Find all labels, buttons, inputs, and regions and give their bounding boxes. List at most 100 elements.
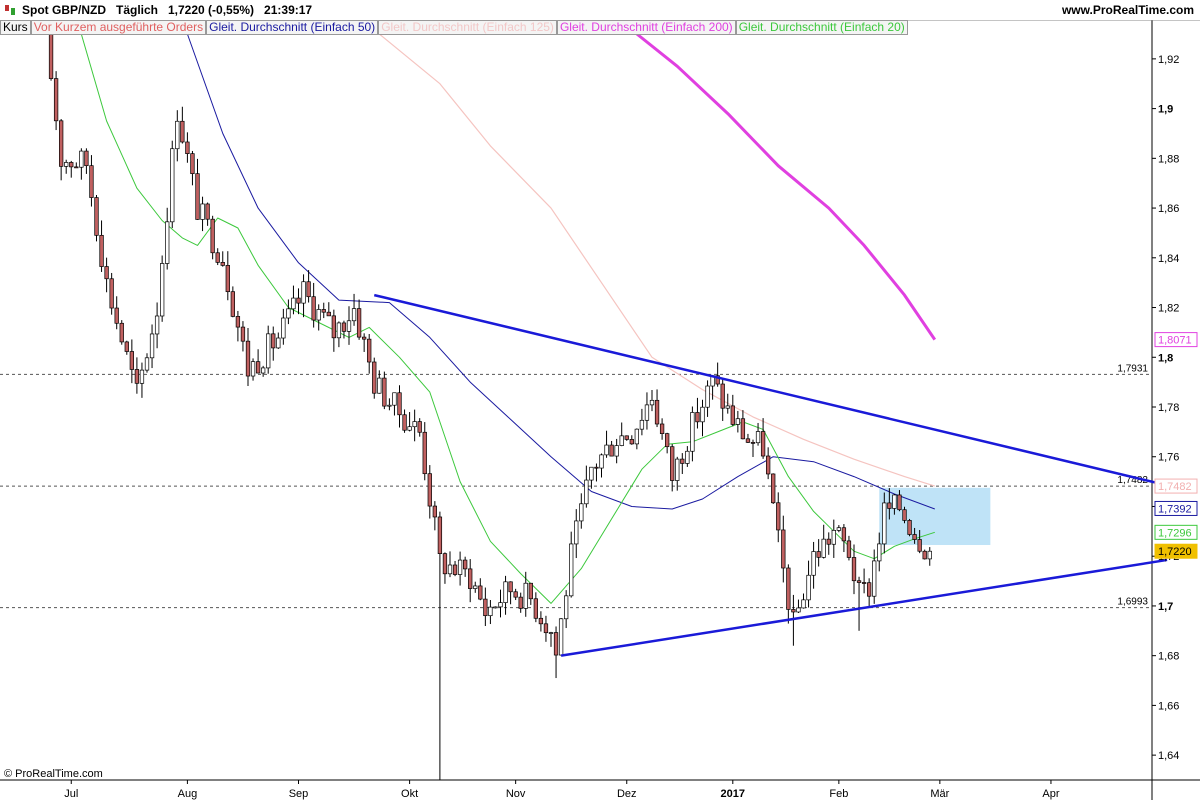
candle-body [447,564,453,575]
candle-body [685,450,690,464]
y-tick-label: 1,76 [1158,452,1179,464]
candle-body [664,433,670,448]
candle-body [134,369,140,384]
candle-body [740,418,746,440]
candle-body [836,527,841,531]
candle-body [584,479,589,505]
candle-body [508,581,513,593]
candle-body [735,418,740,425]
candle-body [609,444,614,457]
candle-body [902,509,907,521]
candle-body [144,357,150,371]
candle-body [64,162,69,167]
candle-body [680,458,685,464]
candle-body [781,529,786,569]
price-tag-label: 1,7392 [1158,503,1192,515]
candle-body [806,574,811,601]
candle-body [882,502,887,545]
candle-body [533,598,538,619]
candle-body [372,361,377,394]
candle-body [346,320,352,332]
legend-item[interactable]: Gleit. Durchschnitt (Einfach 125) [378,20,557,35]
candle-body [382,377,387,407]
candle-body [281,317,286,339]
candle-body [452,564,458,575]
candle-body [296,297,301,304]
candle-body [644,404,650,421]
candle-body [649,399,655,406]
indicator-legend: Kurs Vor Kurzem ausgeführte Orders Gleit. … [0,20,908,35]
candle-body [119,322,124,343]
legend-item[interactable]: Gleit. Durchschnitt (Einfach 20) [735,20,908,35]
candle-body [104,266,109,280]
candle-body [220,262,225,266]
candle-body [114,307,119,324]
price-chart[interactable]: 1,7931 1,7482 1,6993 1,92 1,9 1,88 1,86 1,84 1,… [0,0,1200,800]
candle-body [791,609,796,613]
price-tag-label: 1,7482 [1158,481,1192,493]
candle-body [210,218,215,254]
candle-body [397,392,402,416]
site-link[interactable]: www.ProRealTime.com [1062,3,1194,17]
candle-body [503,581,508,603]
candle-body [750,442,756,444]
x-tick-label: Aug [178,788,198,800]
candle-body [276,337,281,349]
y-tick-label: 1,84 [1158,253,1179,265]
candle-body [473,585,478,589]
candle-body [594,466,599,469]
legend-item[interactable]: Kurs [0,20,31,35]
candle-body [362,336,367,340]
candle-body [437,516,443,554]
y-tick-label: 1,64 [1158,750,1179,762]
candle-body [569,543,574,597]
candle-body [816,551,821,558]
x-tick-label: Dez [617,788,637,800]
candle-body [129,351,135,370]
candle-body [89,165,94,198]
candle-body [205,203,210,220]
candle-body [367,338,372,363]
candle-body [79,150,84,168]
candle-body [468,568,473,589]
candle-body [579,503,584,522]
price-tag-label: 1,7220 [1158,546,1192,558]
candle-body [225,265,230,293]
candle-body [720,383,725,409]
candle-body [478,585,483,600]
candle-body [786,567,791,610]
y-tick-label: 1,88 [1158,153,1179,165]
copyright: © ProRealTime.com [4,768,103,780]
candle-body [261,367,266,374]
candle-body [826,538,831,545]
candle-body [377,377,382,394]
candle-body [518,596,523,609]
x-tick-label: Mär [930,788,949,800]
candle-body [670,446,675,481]
x-tick-label: Nov [506,788,526,800]
candle-body [831,530,836,545]
candle-body [412,421,417,428]
candle-body [200,203,205,220]
candle-body [331,315,336,339]
candle-body [654,399,660,425]
legend-item[interactable]: Vor Kurzem ausgeführte Orders [30,20,207,35]
candle-body [165,221,170,264]
candle-body [180,120,185,143]
candle-body [776,502,781,531]
candle-body [877,543,882,562]
legend-item[interactable]: Gleit. Durchschnitt (Einfach 50) [206,20,379,35]
candle-body [675,458,680,481]
candle-body [255,361,261,374]
candle-body [846,540,852,558]
legend-item[interactable]: Gleit. Durchschnitt (Einfach 200) [556,20,736,35]
candle-body [356,308,362,338]
candle-body [866,582,872,597]
candle-body [887,502,892,509]
candle-body [94,197,99,236]
candle-body [422,431,427,475]
candle-body [488,606,493,617]
candle-body [230,291,236,317]
candle-body [745,438,751,443]
candle-body [124,341,129,352]
